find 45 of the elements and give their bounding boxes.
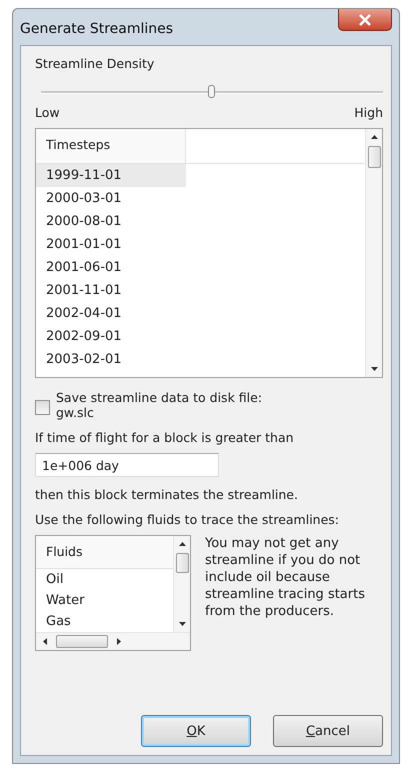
timestep-row[interactable]: 2001-01-01 xyxy=(36,233,186,256)
fluid-row[interactable]: Oil xyxy=(36,569,173,590)
scroll-thumb[interactable] xyxy=(56,635,108,648)
timestep-row[interactable]: 2000-03-01 xyxy=(36,187,186,210)
scroll-thumb[interactable] xyxy=(176,553,188,573)
scroll-down-icon[interactable] xyxy=(370,366,378,372)
save-checkbox[interactable] xyxy=(35,400,50,415)
scroll-left-icon[interactable] xyxy=(42,637,48,646)
timestep-row[interactable]: 2001-11-01 xyxy=(36,279,186,302)
timestep-row[interactable]: 2001-06-01 xyxy=(36,256,186,279)
timestep-row[interactable]: 1999-11-01 xyxy=(36,164,186,187)
timestep-row[interactable]: 2000-08-01 xyxy=(36,210,186,233)
close-button[interactable] xyxy=(338,9,392,31)
file-name: gw.slc xyxy=(56,405,95,420)
save-label: Save streamline data to disk file: xyxy=(56,390,262,405)
fluids-label: Use the following fluids to trace the streamlines: xyxy=(35,512,340,527)
flight-input-field[interactable]: 1e+006 day xyxy=(35,453,219,477)
high-label: High xyxy=(354,105,383,120)
horizontal-scrollbar[interactable] xyxy=(36,632,190,650)
flight-label: If time of flight for a block is greater than xyxy=(35,430,294,445)
window-title: Generate Streamlines xyxy=(20,21,174,37)
scroll-thumb[interactable] xyxy=(368,146,380,168)
column-header[interactable]: Timesteps xyxy=(36,129,186,163)
low-label: Low xyxy=(35,105,60,120)
slider-thumb[interactable] xyxy=(208,85,215,98)
scroll-up-icon[interactable] xyxy=(370,134,378,140)
fluids-list[interactable]: Fluids Oil Water Gas xyxy=(35,535,191,651)
scrollbar[interactable] xyxy=(173,536,190,632)
timestep-row[interactable]: 2002-09-01 xyxy=(36,325,186,348)
scroll-right-icon[interactable] xyxy=(116,637,122,646)
scroll-up-icon[interactable] xyxy=(178,541,186,547)
timestep-row[interactable]: 2003-02-01 xyxy=(36,348,186,371)
terminate-label: then this block terminates the streamline. xyxy=(35,487,298,502)
timestep-row[interactable]: 2002-04-01 xyxy=(36,302,186,325)
dialog-button[interactable]: Cancel xyxy=(273,715,383,747)
scroll-down-icon[interactable] xyxy=(178,621,186,627)
close-icon xyxy=(358,14,372,26)
fluid-row[interactable]: Gas xyxy=(36,611,173,632)
fluid-row[interactable]: Water xyxy=(36,590,173,611)
column-header[interactable]: Fluids xyxy=(36,536,173,568)
note-text: You may not get any streamline if you do not include oil because streamline tracing starts from the producers. xyxy=(205,535,366,621)
dialog-button[interactable]: OK xyxy=(141,715,251,747)
scrollbar[interactable] xyxy=(365,129,382,377)
timesteps-list[interactable]: Timesteps 1999-11-01 2000-03-01 2000-08-01 2001-01-01 2001-06-01 2001-11-01 2002-04-01 2002-09-01 2003-02-01 xyxy=(35,128,383,378)
density-label: Streamline Density xyxy=(35,56,154,71)
